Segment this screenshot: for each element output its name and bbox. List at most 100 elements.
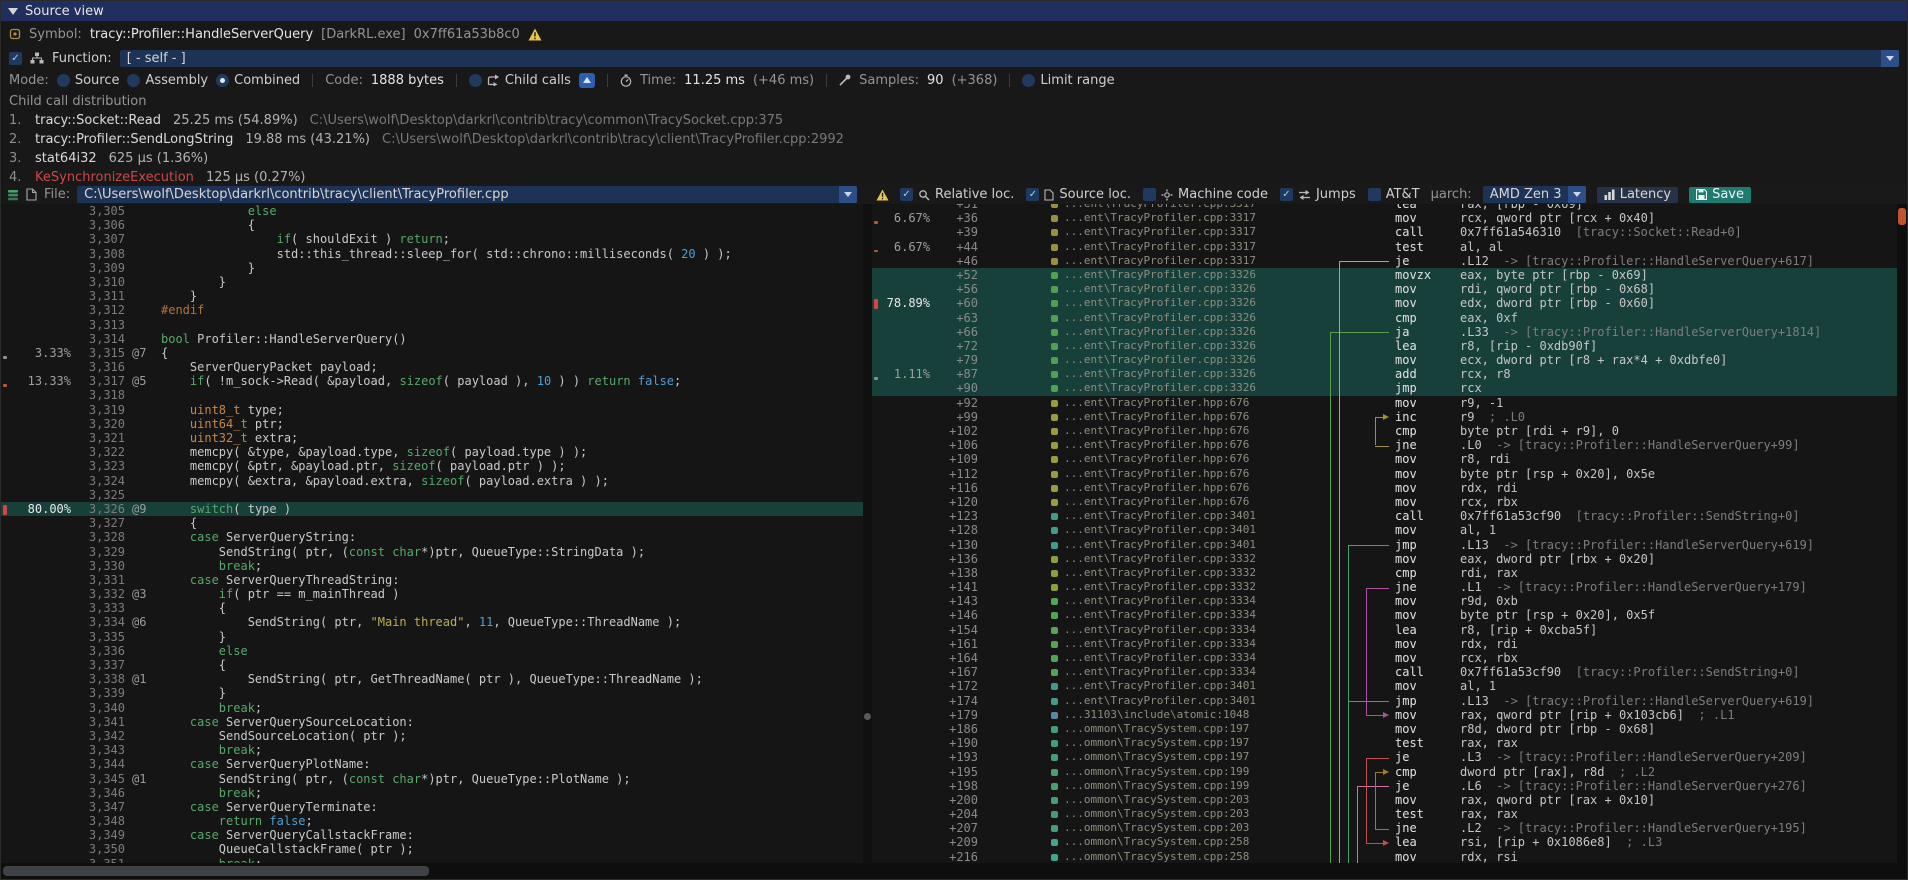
source-line[interactable]: 3,339 } <box>1 686 863 700</box>
asm-source-location[interactable]: ...ommon\TracySystem.cpp:199 <box>1064 765 1314 779</box>
source-line[interactable]: 3,316 ServerQueryPacket payload; <box>1 360 863 374</box>
mode-radio-combined[interactable]: Combined <box>216 73 300 88</box>
asm-source-location[interactable]: ...ent\TracyProfiler.hpp:676 <box>1064 467 1314 481</box>
asm-option-at-t[interactable]: AT&T <box>1368 187 1420 202</box>
source-line[interactable]: 3,332@3 if( ptr == m_mainThread ) <box>1 587 863 601</box>
source-line[interactable]: 3,349 case ServerQueryCallstackFrame: <box>1 828 863 842</box>
source-line[interactable]: 3,314bool Profiler::HandleServerQuery() <box>1 332 863 346</box>
source-line[interactable]: 3,348 return false; <box>1 814 863 828</box>
source-line[interactable]: 3,325 <box>1 488 863 502</box>
asm-source-location[interactable]: ...ent\TracyProfiler.cpp:3401 <box>1064 523 1314 537</box>
source-line[interactable]: 3,338@1 SendString( ptr, GetThreadName( … <box>1 672 863 686</box>
asm-source-location[interactable]: ...ent\TracyProfiler.cpp:3326 <box>1064 296 1314 310</box>
asm-row[interactable]: +102...ent\TracyProfiler.hpp:676cmpbyte … <box>872 424 1899 438</box>
source-line[interactable]: 3,310 } <box>1 275 863 289</box>
asm-source-location[interactable]: ...ent\TracyProfiler.hpp:676 <box>1064 396 1314 410</box>
asm-row[interactable]: +123...ent\TracyProfiler.cpp:3401call0x7… <box>872 509 1899 523</box>
child-calls-up-button[interactable] <box>579 73 595 88</box>
asm-source-location[interactable]: ...ent\TracyProfiler.cpp:3317 <box>1064 204 1314 211</box>
source-line[interactable]: 3,335 } <box>1 630 863 644</box>
source-line[interactable]: 3,311 } <box>1 289 863 303</box>
asm-row[interactable]: +31...ent\TracyProfiler.cpp:3317learax, … <box>872 204 1899 211</box>
file-combo[interactable]: C:\Users\wolf\Desktop\darkrl\contrib\tra… <box>77 186 857 203</box>
source-line[interactable]: 3,345@1 SendString( ptr, (const char*)pt… <box>1 772 863 786</box>
horizontal-scrollbar[interactable] <box>1 863 1907 879</box>
asm-source-location[interactable]: ...ent\TracyProfiler.cpp:3401 <box>1064 679 1314 693</box>
asm-source-location[interactable]: ...ommon\TracySystem.cpp:197 <box>1064 722 1314 736</box>
asm-source-location[interactable]: ...ent\TracyProfiler.cpp:3401 <box>1064 509 1314 523</box>
asm-row[interactable]: +128...ent\TracyProfiler.cpp:3401moval, … <box>872 523 1899 537</box>
line-asm-annotation[interactable]: @6 <box>132 615 146 629</box>
asm-option-relative-loc[interactable]: ✓Relative loc. <box>900 187 1014 202</box>
asm-source-location[interactable]: ...ommon\TracySystem.cpp:199 <box>1064 779 1314 793</box>
source-line[interactable]: 3,321 uint32_t extra; <box>1 431 863 445</box>
asm-source-location[interactable]: ...ent\TracyProfiler.hpp:676 <box>1064 481 1314 495</box>
asm-source-location[interactable]: ...ent\TracyProfiler.cpp:3332 <box>1064 566 1314 580</box>
asm-source-location[interactable]: ...ommon\TracySystem.cpp:258 <box>1064 835 1314 849</box>
asm-source-location[interactable]: ...ent\TracyProfiler.cpp:3326 <box>1064 325 1314 339</box>
asm-row[interactable]: +164...ent\TracyProfiler.cpp:3334movrcx,… <box>872 651 1899 665</box>
function-combo-caret[interactable] <box>1881 50 1899 67</box>
source-line[interactable]: 3,306 { <box>1 218 863 232</box>
asm-row[interactable]: +179...31103\include\atomic:1048movrax, … <box>872 708 1899 722</box>
asm-row[interactable]: +52...ent\TracyProfiler.cpp:3326movzxeax… <box>872 268 1899 282</box>
save-button[interactable]: Save <box>1689 187 1751 203</box>
asm-row[interactable]: +198...ommon\TracySystem.cpp:199je.L6 ->… <box>872 779 1899 793</box>
source-line[interactable]: 3,336 else <box>1 644 863 658</box>
source-line[interactable]: 3,312#endif <box>1 303 863 317</box>
file-combo-caret[interactable] <box>839 186 857 203</box>
source-line[interactable]: 3,322 memcpy( &type, &payload.type, size… <box>1 445 863 459</box>
asm-source-location[interactable]: ...ent\TracyProfiler.cpp:3334 <box>1064 594 1314 608</box>
asm-source-location[interactable]: ...ent\TracyProfiler.cpp:3334 <box>1064 608 1314 622</box>
asm-row[interactable]: 1.11%+87...ent\TracyProfiler.cpp:3326add… <box>872 367 1899 381</box>
asm-source-location[interactable]: ...ent\TracyProfiler.cpp:3334 <box>1064 665 1314 679</box>
asm-row[interactable]: +120...ent\TracyProfiler.hpp:676movrcx, … <box>872 495 1899 509</box>
asm-source-location[interactable]: ...ent\TracyProfiler.cpp:3334 <box>1064 651 1314 665</box>
asm-row[interactable]: +204...ommon\TracySystem.cpp:203testrax,… <box>872 807 1899 821</box>
source-line[interactable]: 3,307 if( shouldExit ) return; <box>1 232 863 246</box>
asm-row[interactable]: 6.67%+44...ent\TracyProfiler.cpp:3317tes… <box>872 240 1899 254</box>
source-line[interactable]: 80.00%3,326@9 switch( type ) <box>1 502 863 516</box>
source-line[interactable]: 3,344 case ServerQueryPlotName: <box>1 757 863 771</box>
source-line[interactable]: 3,350 QueueCallstackFrame( ptr ); <box>1 842 863 856</box>
asm-row[interactable]: +92...ent\TracyProfiler.hpp:676movr9, -1 <box>872 396 1899 410</box>
asm-row[interactable]: +136...ent\TracyProfiler.cpp:3332moveax,… <box>872 552 1899 566</box>
source-line[interactable]: 3,330 break; <box>1 559 863 573</box>
source-line[interactable]: 3,340 break; <box>1 701 863 715</box>
source-line[interactable]: 3,309 } <box>1 261 863 275</box>
source-line[interactable]: 3,313 <box>1 318 863 332</box>
source-line[interactable]: 3,305 else <box>1 204 863 218</box>
source-line[interactable]: 3.33%3,315@7{ <box>1 346 863 360</box>
asm-source-location[interactable]: ...ent\TracyProfiler.cpp:3401 <box>1064 694 1314 708</box>
asm-option-machine-code[interactable]: Machine code <box>1143 187 1268 202</box>
asm-source-location[interactable]: ...ent\TracyProfiler.cpp:3317 <box>1064 240 1314 254</box>
source-line[interactable]: 3,319 uint8_t type; <box>1 403 863 417</box>
source-line[interactable]: 3,324 memcpy( &extra, &payload.extra, si… <box>1 474 863 488</box>
asm-row[interactable]: +186...ommon\TracySystem.cpp:197movr8d, … <box>872 722 1899 736</box>
uarch-combo[interactable]: AMD Zen 3 <box>1483 186 1586 203</box>
line-asm-annotation[interactable]: @3 <box>132 587 146 601</box>
asm-row[interactable]: +154...ent\TracyProfiler.cpp:3334lear8, … <box>872 623 1899 637</box>
asm-row[interactable]: +130...ent\TracyProfiler.cpp:3401jmp.L13… <box>872 538 1899 552</box>
line-asm-annotation[interactable]: @7 <box>132 346 146 360</box>
asm-row[interactable]: +167...ent\TracyProfiler.cpp:3334call0x7… <box>872 665 1899 679</box>
asm-row[interactable]: +109...ent\TracyProfiler.hpp:676movr8, r… <box>872 452 1899 466</box>
child-call-name[interactable]: stat64i32 <box>35 151 97 166</box>
asm-vertical-scrollbar[interactable] <box>1897 204 1907 865</box>
asm-row[interactable]: +138...ent\TracyProfiler.cpp:3332cmprdi,… <box>872 566 1899 580</box>
asm-row[interactable]: +190...ommon\TracySystem.cpp:197testrax,… <box>872 736 1899 750</box>
asm-scrollbar-thumb[interactable] <box>1898 208 1906 225</box>
child-call-name[interactable]: tracy::Profiler::SendLongString <box>35 132 233 147</box>
asm-row[interactable]: +112...ent\TracyProfiler.hpp:676movbyte … <box>872 467 1899 481</box>
asm-row[interactable]: 6.67%+36...ent\TracyProfiler.cpp:3317mov… <box>872 211 1899 225</box>
source-line[interactable]: 3,347 case ServerQueryTerminate: <box>1 800 863 814</box>
child-calls-toggle[interactable]: Child calls <box>469 73 571 88</box>
window-titlebar[interactable]: Source view <box>1 1 1907 21</box>
source-line[interactable]: 13.33%3,317@5 if( !m_sock->Read( &payloa… <box>1 374 863 388</box>
asm-source-location[interactable]: ...ommon\TracySystem.cpp:197 <box>1064 750 1314 764</box>
source-line[interactable]: 3,333 { <box>1 601 863 615</box>
asm-source-location[interactable]: ...ent\TracyProfiler.cpp:3326 <box>1064 311 1314 325</box>
function-combo[interactable]: [ - self - ] <box>120 50 1899 67</box>
asm-row[interactable]: +106...ent\TracyProfiler.hpp:676jne.L0 -… <box>872 438 1899 452</box>
asm-row[interactable]: +72...ent\TracyProfiler.cpp:3326lear8, [… <box>872 339 1899 353</box>
